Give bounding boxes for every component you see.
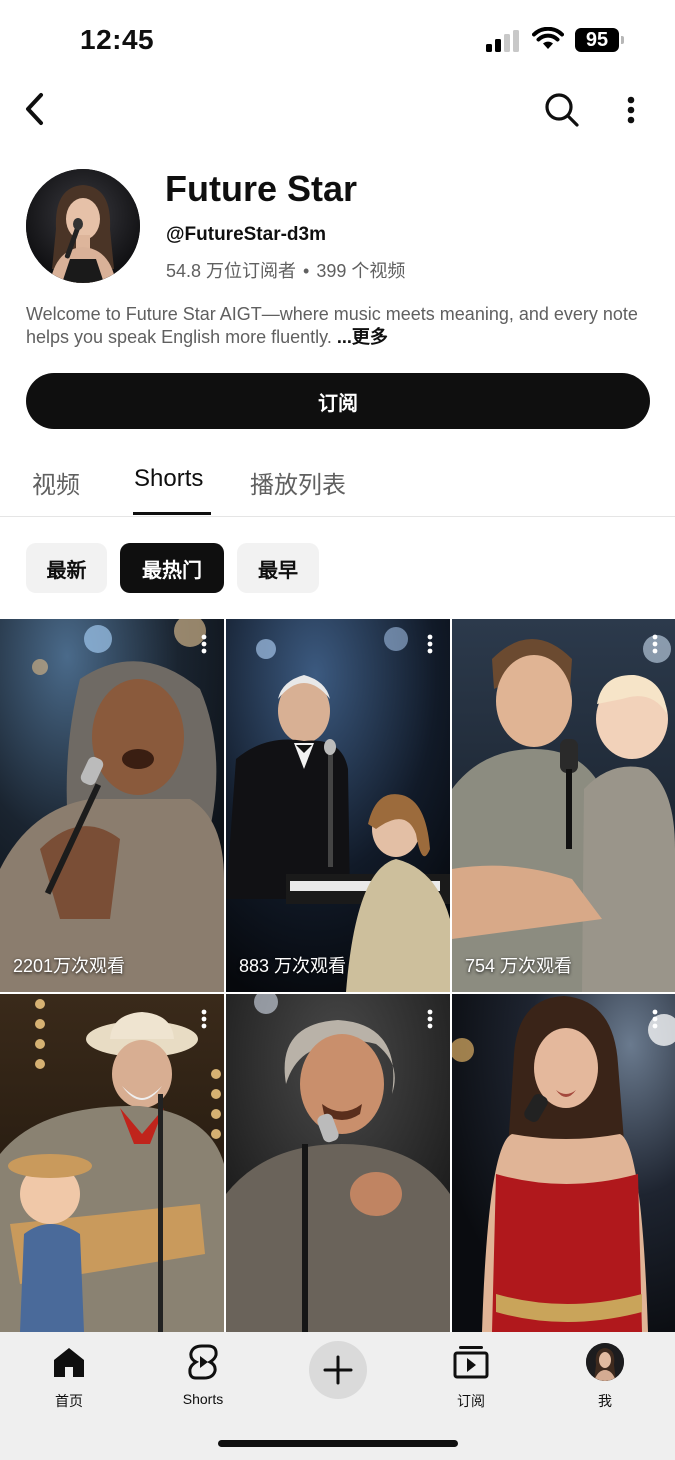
short-thumbnail-image bbox=[226, 994, 450, 1332]
nav-subscriptions-label: 订阅 bbox=[457, 1393, 485, 1409]
more-vertical-icon bbox=[427, 1009, 433, 1029]
channel-name: Future Star bbox=[165, 168, 358, 209]
channel-handle: @FutureStar-d3m bbox=[166, 224, 326, 245]
short-thumbnail[interactable]: 883 万次观看 bbox=[226, 619, 450, 992]
battery-icon: 95 bbox=[575, 28, 625, 52]
back-button[interactable] bbox=[14, 88, 54, 130]
short-more-button[interactable] bbox=[194, 631, 214, 657]
more-vertical-icon bbox=[427, 634, 433, 654]
short-thumbnail[interactable] bbox=[452, 994, 675, 1332]
nav-you-label: 我 bbox=[598, 1393, 612, 1409]
channel-description[interactable]: Welcome to Future Star AIGT—where music … bbox=[26, 303, 651, 349]
search-button[interactable] bbox=[540, 88, 584, 132]
chip-oldest[interactable]: 最早 bbox=[237, 543, 319, 593]
more-vertical-icon bbox=[627, 96, 635, 124]
wifi-icon bbox=[532, 27, 564, 49]
back-arrow-icon bbox=[26, 93, 43, 125]
short-view-count: 754 万次观看 bbox=[465, 956, 573, 976]
video-count: 399 个视频 bbox=[316, 261, 406, 281]
tab-playlists[interactable]: 播放列表 bbox=[250, 465, 346, 500]
more-vertical-icon bbox=[201, 634, 207, 654]
chip-popular[interactable]: 最热门 bbox=[120, 543, 224, 593]
nav-shorts-label: Shorts bbox=[182, 1391, 224, 1407]
status-time: 12:45 bbox=[80, 24, 155, 55]
tab-shorts[interactable]: Shorts bbox=[134, 465, 203, 493]
short-more-button[interactable] bbox=[645, 1006, 665, 1032]
short-thumbnail[interactable]: 2201万次观看 bbox=[0, 619, 224, 992]
active-tab-indicator bbox=[133, 512, 211, 515]
cellular-signal-icon bbox=[486, 30, 519, 52]
channel-tabs: 视频 Shorts 播放列表 bbox=[0, 455, 675, 517]
short-thumbnail-image bbox=[0, 619, 224, 992]
short-thumbnail-image bbox=[452, 619, 675, 992]
short-view-count: 883 万次观看 bbox=[239, 956, 347, 976]
nav-you[interactable]: 我 bbox=[560, 1342, 650, 1412]
description-more-link[interactable]: ...更多 bbox=[337, 327, 388, 347]
home-indicator bbox=[218, 1440, 458, 1447]
short-thumbnail[interactable]: 754 万次观看 bbox=[452, 619, 675, 992]
short-more-button[interactable] bbox=[194, 1006, 214, 1032]
short-thumbnail-image bbox=[226, 619, 450, 992]
search-icon bbox=[545, 93, 579, 127]
short-thumbnail-image bbox=[0, 994, 224, 1332]
description-text: Welcome to Future Star AIGT—where music … bbox=[26, 304, 638, 347]
create-button[interactable] bbox=[309, 1341, 367, 1399]
short-more-button[interactable] bbox=[645, 631, 665, 657]
short-more-button[interactable] bbox=[420, 1006, 440, 1032]
short-thumbnail[interactable] bbox=[226, 994, 450, 1332]
channel-stats: 54.8 万位订阅者 • 399 个视频 bbox=[166, 257, 405, 283]
tab-videos[interactable]: 视频 bbox=[32, 465, 80, 500]
subscribe-button[interactable]: 订阅 bbox=[26, 373, 650, 429]
more-vertical-icon bbox=[652, 634, 658, 654]
stats-separator: • bbox=[303, 261, 310, 281]
more-vertical-icon bbox=[652, 1009, 658, 1029]
home-icon bbox=[54, 1348, 84, 1377]
short-more-button[interactable] bbox=[420, 631, 440, 657]
nav-home-label: 首页 bbox=[55, 1393, 83, 1409]
chip-latest[interactable]: 最新 bbox=[26, 543, 107, 593]
status-bar: 12:45 95 bbox=[0, 0, 675, 80]
short-thumbnail-image bbox=[452, 994, 675, 1332]
short-view-count: 2201万次观看 bbox=[13, 956, 126, 976]
short-thumbnail[interactable] bbox=[0, 994, 224, 1332]
plus-icon bbox=[323, 1355, 353, 1385]
nav-subscriptions[interactable]: 订阅 bbox=[426, 1342, 516, 1412]
subscriber-count: 54.8 万位订阅者 bbox=[166, 261, 297, 281]
battery-level: 95 bbox=[575, 28, 619, 52]
more-options-button[interactable] bbox=[614, 88, 648, 132]
channel-avatar[interactable] bbox=[26, 169, 140, 283]
more-vertical-icon bbox=[201, 1009, 207, 1029]
profile-avatar bbox=[586, 1343, 624, 1381]
nav-shorts[interactable]: Shorts bbox=[158, 1342, 248, 1412]
nav-home[interactable]: 首页 bbox=[24, 1342, 114, 1412]
subscriptions-icon bbox=[453, 1346, 489, 1379]
shorts-icon bbox=[188, 1344, 218, 1380]
